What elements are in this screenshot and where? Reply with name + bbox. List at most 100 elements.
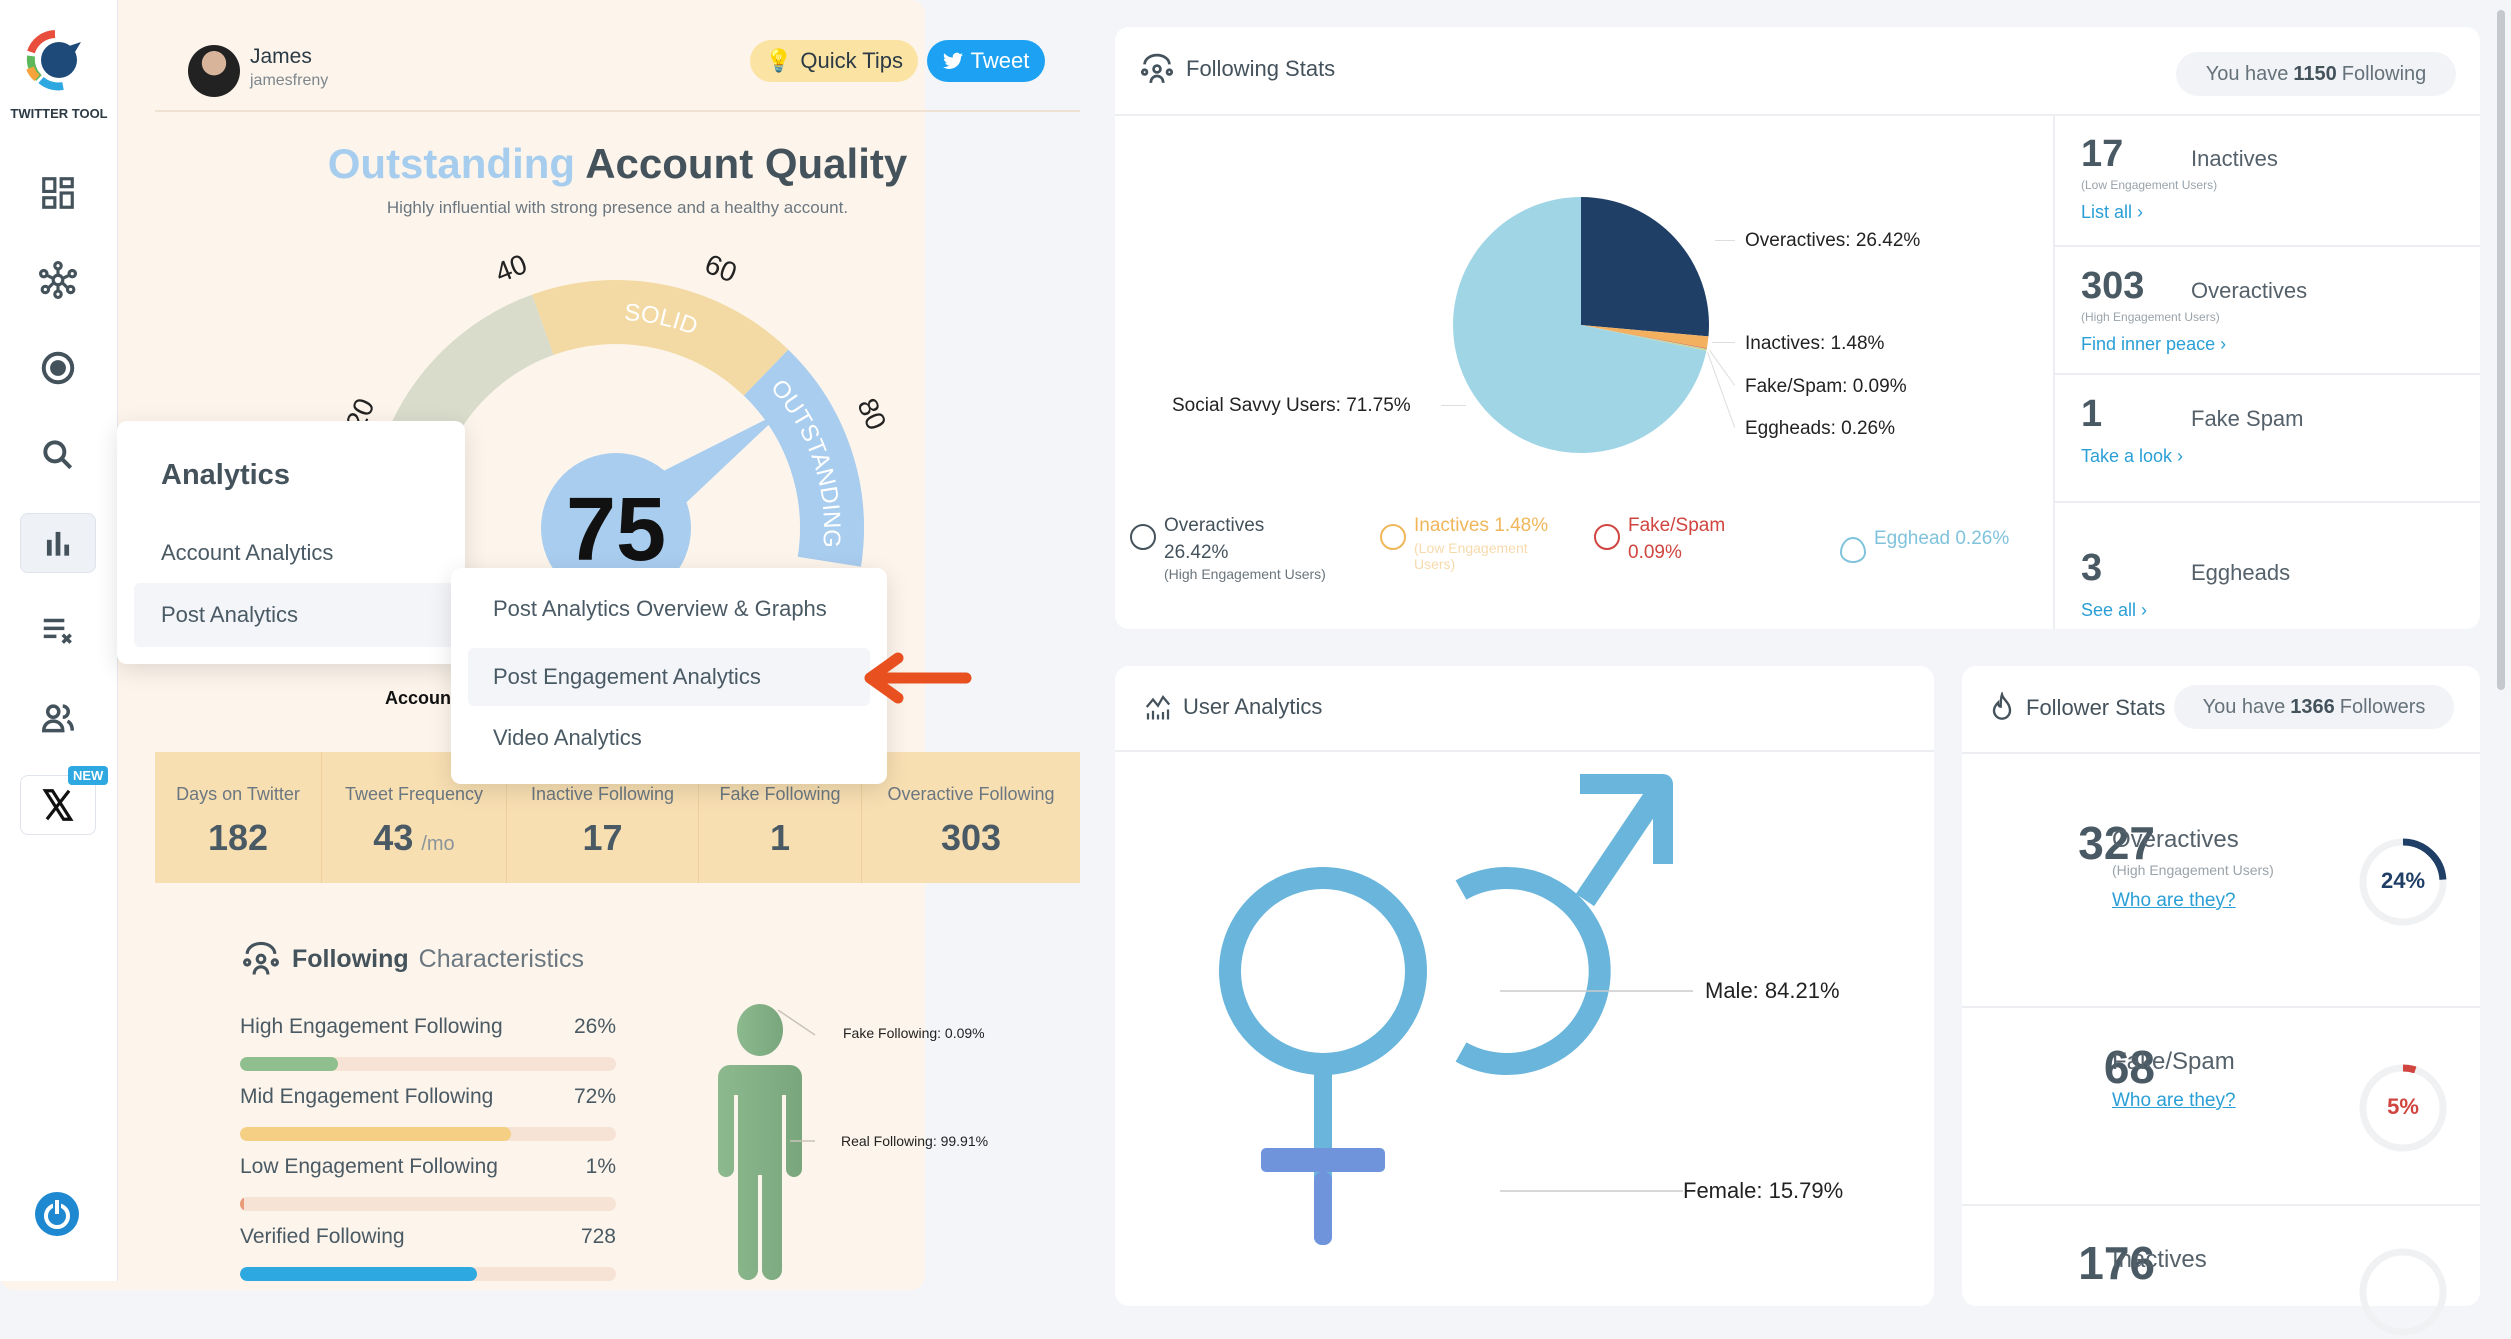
stat-label: Days on Twitter [176, 784, 300, 804]
legend-item: Overactives 26.42% (High Engagement Users) [1130, 512, 1394, 582]
female-symbol-ring [1219, 867, 1427, 1075]
bar-track [240, 1197, 616, 1211]
power-icon[interactable] [33, 1190, 81, 1238]
row-name: Overactives [2191, 278, 2308, 303]
new-badge: NEW [68, 766, 109, 785]
arrow-pointer-icon [864, 652, 972, 704]
analytics-bar-chart-icon [46, 531, 70, 556]
quality-heading: Account Quality [585, 140, 908, 187]
following-group-icon [243, 941, 279, 975]
bar-value: 728 [580, 1225, 616, 1248]
pill-suffix: Followers [2339, 695, 2426, 718]
stat-label: Overactive Following [887, 784, 1055, 804]
stat-0: Days on Twitter 182 [155, 752, 322, 883]
pie-slice-overactives[interactable] [1581, 197, 1709, 337]
bar-track [240, 1127, 616, 1141]
tweet-label: Tweet [970, 48, 1030, 73]
follower-stat-row: 176 Inactives [1962, 1204, 2480, 1336]
row-link[interactable]: Take a look › [2081, 446, 2480, 467]
percent-value: 5% [2387, 1094, 2419, 1119]
scrollbar[interactable] [2495, 0, 2507, 1281]
stat-label: Tweet Frequency [344, 784, 484, 804]
row-count: 3 [2081, 547, 2103, 589]
analytics-menu: Analytics Account Analytics Post Analyti… [117, 421, 465, 664]
list-remove-icon [43, 618, 72, 644]
legend-sub: (High Engagement Users) [1164, 566, 1326, 582]
following-stat-row: 3 Eggheads See all › [2053, 501, 2480, 629]
avatar[interactable] [188, 45, 240, 97]
bar-fill [240, 1267, 477, 1281]
sidebar-item-search[interactable] [20, 425, 96, 485]
follower-stats-header: Follower Stats [1988, 692, 2178, 724]
angry-face-icon [1594, 524, 1620, 550]
bar-track [240, 1267, 616, 1281]
stat-value-wrap: 17 [507, 817, 698, 859]
bar-value: 72% [573, 1085, 616, 1108]
submenu-item-post-engagement[interactable]: Post Engagement Analytics [468, 648, 870, 706]
stat-value: 43 [373, 817, 414, 858]
following-stat-row: 17 Inactives (Low Engagement Users) List al… [2053, 115, 2480, 243]
row-link[interactable]: See all › [2081, 600, 2480, 621]
line-chart-icon [1145, 695, 1171, 720]
real-following-label: Real Following: 99.91% [841, 1133, 989, 1149]
stat-value: 182 [207, 817, 269, 858]
network-icon [39, 261, 77, 299]
row-name: Eggheads [2191, 560, 2291, 585]
sidebar-item-list-remove[interactable] [20, 600, 96, 660]
divider [155, 110, 1080, 112]
sidebar-item-users[interactable] [20, 688, 96, 748]
following-stat-row: 1 Fake Spam Take a look › [2053, 373, 2480, 501]
sidebar: TWITTER TOOL NEW [0, 0, 118, 1281]
legend-item: Egghead 0.26% [1840, 525, 2009, 563]
female-label: Female: 15.79% [1683, 1178, 1844, 1203]
submenu-item-overview-graphs[interactable]: Post Analytics Overview & Graphs [451, 584, 887, 634]
twitter-tool-logo[interactable] [25, 28, 85, 93]
menu-item-post-analytics[interactable]: Post Analytics [134, 583, 454, 647]
following-stats-header: Following Stats [1138, 52, 1335, 86]
who-are-they-link[interactable]: Who are they? [2112, 1090, 2236, 1112]
follower-stat-row: 68 Fake/Spam Who are they? 5% [1962, 1006, 2480, 1204]
row-name: Fake Spam [2191, 406, 2304, 431]
target-icon [41, 351, 75, 385]
profile-name: James [250, 45, 312, 68]
title-rest: Characteristics [418, 944, 584, 973]
person-head [737, 1004, 783, 1056]
characteristic-bar: Low Engagement Following 1% [240, 1155, 616, 1211]
following-characteristics-title: Following Characteristics [240, 940, 584, 978]
sidebar-item-dashboard[interactable] [20, 163, 96, 223]
quick-tips-button[interactable]: 💡 Quick Tips [750, 40, 918, 82]
quality-level: Outstanding [327, 140, 576, 187]
row-sub: (High Engagement Users) [2081, 310, 2220, 324]
stat-value-wrap: 43/mo [322, 817, 506, 859]
bar-value: 1% [585, 1155, 616, 1178]
pie-label: Social Savvy Users: 71.75% [1172, 395, 1411, 416]
sidebar-item-analytics[interactable] [20, 513, 96, 573]
submenu-item-video-analytics[interactable]: Video Analytics [451, 713, 887, 763]
quality-title: Outstanding Account Quality [155, 140, 1080, 188]
legend-label: Egghead 0.26% [1874, 528, 2010, 549]
fake-following-label: Fake Following: 0.09% [843, 1025, 985, 1041]
quality-score: 75 [566, 480, 666, 580]
stat-value-wrap: 1 [699, 817, 861, 859]
bar-fill [240, 1057, 338, 1071]
female-symbol-crossbar [1261, 1148, 1385, 1172]
row-link[interactable]: List all › [2081, 202, 2480, 223]
legend-label: Inactives 1.48% [1414, 515, 1549, 536]
profile-handle: jamesfreny [250, 72, 329, 89]
legend-sub: (Low Engagement Users) [1414, 540, 1528, 572]
sidebar-item-network[interactable] [20, 250, 96, 310]
scrollbar-thumb[interactable] [2497, 10, 2505, 690]
gauge-tick-label: 60 [701, 248, 742, 288]
row-link[interactable]: Find inner peace › [2081, 334, 2480, 355]
pie-label: Eggheads: 0.26% [1745, 418, 1896, 439]
pill-suffix: Following [2341, 62, 2427, 85]
who-are-they-link[interactable]: Who are they? [2112, 890, 2236, 912]
quality-subtitle: Highly influential with strong presence … [386, 198, 849, 217]
menu-item-account-analytics[interactable]: Account Analytics [134, 521, 444, 585]
legend-label: Overactives [1164, 515, 1265, 536]
search-icon [43, 440, 73, 470]
post-analytics-submenu: Post Analytics Overview & Graphs Post En… [451, 568, 887, 784]
tweet-button[interactable]: Tweet [927, 40, 1045, 82]
follower-stat-row: 327 Overactives (High Engagement Users) Who… [1962, 752, 2480, 1006]
sidebar-item-target[interactable] [20, 338, 96, 398]
